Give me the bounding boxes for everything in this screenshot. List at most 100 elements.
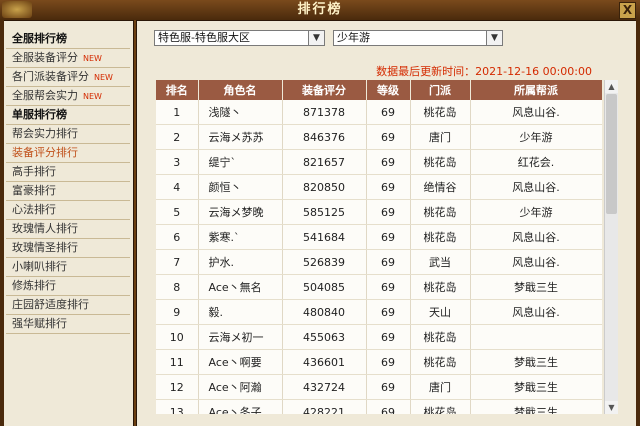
table-cell: 少年游 <box>470 199 602 225</box>
table-cell: 桃花岛 <box>410 324 471 350</box>
table-cell: 69 <box>366 199 411 225</box>
table-cell: 风息山谷. <box>470 249 602 275</box>
table-row[interactable]: 5 云海メ梦晚 585125 69 桃花岛 少年游 <box>156 199 602 225</box>
table-row[interactable]: 3 缇宁` 821657 69 桃花岛 红花会. <box>156 149 602 175</box>
table-row[interactable]: 6 紫寒.` 541684 69 桃花岛 风息山谷. <box>156 224 602 250</box>
sidebar-item-label: 全服帮会实力 <box>12 89 78 102</box>
scroll-up-icon[interactable]: ▲ <box>605 80 618 93</box>
table-row[interactable]: 1 浅隧丶 871378 69 桃花岛 风息山谷. <box>156 100 602 125</box>
table-row[interactable]: 11 Ace丶啊要 436601 69 桃花岛 梦戢三生 <box>156 349 602 375</box>
table-cell: 桃花岛 <box>410 349 471 375</box>
table-cell: 11 <box>156 349 199 375</box>
table-cell: 8 <box>156 274 199 300</box>
sidebar-item[interactable]: 帮会实力排行 <box>6 125 130 144</box>
table-cell: 69 <box>366 174 411 200</box>
table-cell: 风息山谷. <box>470 100 602 125</box>
table-cell: 天山 <box>410 299 471 325</box>
sidebar-item[interactable]: 各门派装备评分 NEW <box>6 68 130 87</box>
sidebar-item[interactable]: 强华赋排行 <box>6 315 130 334</box>
table-cell: Ace丶冬子 <box>198 399 283 414</box>
table-cell: 风息山谷. <box>470 299 602 325</box>
server-select[interactable]: 特色服-特色服大区 ▼ <box>154 30 325 46</box>
sidebar-item-label: 帮会实力排行 <box>12 127 78 140</box>
table-cell: 69 <box>366 124 411 150</box>
table-cell: Ace丶啊要 <box>198 349 283 375</box>
table-cell: 梦戢三生 <box>470 274 602 300</box>
table-cell: 69 <box>366 324 411 350</box>
table-cell: Ace丶無名 <box>198 274 283 300</box>
sidebar-item[interactable]: 富豪排行 <box>6 182 130 201</box>
faction-select[interactable]: 少年游 ▼ <box>333 30 503 46</box>
table-row[interactable]: 2 云海メ苏苏 846376 69 唐门 少年游 <box>156 124 602 150</box>
new-badge: NEW <box>83 54 102 63</box>
table-row[interactable]: 9 毅. 480840 69 天山 风息山谷. <box>156 299 602 325</box>
table-cell: 风息山谷. <box>470 224 602 250</box>
sidebar-item[interactable]: 心法排行 <box>6 201 130 220</box>
column-header[interactable]: 装备评分 <box>282 80 367 100</box>
table-row[interactable]: 12 Ace丶阿瀚 432724 69 唐门 梦戢三生 <box>156 374 602 400</box>
table-row[interactable]: 10 云海メ初一 455063 69 桃花岛 <box>156 324 602 350</box>
column-header[interactable]: 角色名 <box>198 80 283 100</box>
table-row[interactable]: 13 Ace丶冬子 428221 69 桃花岛 梦戢三生 <box>156 399 602 414</box>
chevron-down-icon[interactable]: ▼ <box>486 31 502 45</box>
sidebar-item-label: 心法排行 <box>12 203 56 216</box>
sidebar-item-label: 玫瑰情圣排行 <box>12 241 78 254</box>
column-header[interactable]: 等级 <box>366 80 411 100</box>
table-cell: 7 <box>156 249 199 275</box>
table-cell: 唐门 <box>410 374 471 400</box>
sidebar-item[interactable]: 玫瑰情圣排行 <box>6 239 130 258</box>
table-cell: 少年游 <box>470 124 602 150</box>
sidebar-item[interactable]: 装备评分排行 <box>6 144 130 163</box>
table-row[interactable]: 7 护水. 526839 69 武当 风息山谷. <box>156 249 602 275</box>
vertical-scrollbar[interactable]: ▲ ▼ <box>604 80 618 414</box>
window-title: 排行榜 <box>297 2 343 17</box>
table-cell: 桃花岛 <box>410 274 471 300</box>
table-cell: 风息山谷. <box>470 174 602 200</box>
chevron-down-icon[interactable]: ▼ <box>308 31 324 45</box>
frame-left <box>0 20 4 426</box>
sidebar-item-label: 庄园舒适度排行 <box>12 298 89 311</box>
sidebar-item[interactable]: 全服帮会实力 NEW <box>6 87 130 106</box>
table-cell: 梦戢三生 <box>470 399 602 414</box>
sidebar-item[interactable]: 小喇叭排行 <box>6 258 130 277</box>
table-cell: 桃花岛 <box>410 199 471 225</box>
sidebar-item-label: 玫瑰情人排行 <box>12 222 78 235</box>
table-cell: 6 <box>156 224 199 250</box>
table-row[interactable]: 4 颜恒丶 820850 69 绝情谷 风息山谷. <box>156 174 602 200</box>
table-cell: 云海メ梦晚 <box>198 199 283 225</box>
sidebar-item-label: 全服排行榜 <box>12 32 67 45</box>
table-cell: 1 <box>156 100 199 125</box>
update-time-label: 数据最后更新时间：2021-12-16 00:00:00 <box>376 65 592 78</box>
table-cell: 69 <box>366 100 411 125</box>
table-cell: 69 <box>366 249 411 275</box>
table-cell: 4 <box>156 174 199 200</box>
sidebar-item-label: 小喇叭排行 <box>12 260 67 273</box>
title-bar[interactable]: 排行榜 X <box>0 0 640 21</box>
sidebar-item[interactable]: 全服装备评分 NEW <box>6 49 130 68</box>
ranking-category-list: 全服排行榜 全服装备评分 NEW 各门派装备评分 NEW 全服帮会实力 NEW 单服排行榜 帮会… <box>6 30 130 334</box>
table-cell: 桃花岛 <box>410 149 471 175</box>
sidebar-item[interactable]: 修炼排行 <box>6 277 130 296</box>
column-header[interactable]: 所属帮派 <box>470 80 602 100</box>
sidebar-item[interactable]: 高手排行 <box>6 163 130 182</box>
ranking-table-container: 排名 角色名 装备评分 等级 门派 所属帮派 1 浅隧丶 871378 69 桃花岛 风息山谷. 2 云… <box>156 80 602 414</box>
table-cell: 云海メ初一 <box>198 324 283 350</box>
table-cell: 2 <box>156 124 199 150</box>
scroll-thumb[interactable] <box>606 94 617 214</box>
close-button[interactable]: X <box>619 2 636 19</box>
column-header[interactable]: 排名 <box>156 80 199 100</box>
sidebar-item-label: 装备评分排行 <box>12 146 78 159</box>
sidebar-item[interactable]: 庄园舒适度排行 <box>6 296 130 315</box>
sidebar-item-label: 强华赋排行 <box>12 317 67 330</box>
table-cell: 毅. <box>198 299 283 325</box>
table-row[interactable]: 8 Ace丶無名 504085 69 桃花岛 梦戢三生 <box>156 274 602 300</box>
table-cell: Ace丶阿瀚 <box>198 374 283 400</box>
sidebar-item-label: 各门派装备评分 <box>12 70 89 83</box>
scroll-down-icon[interactable]: ▼ <box>605 401 618 414</box>
table-cell: 585125 <box>282 199 367 225</box>
sidebar-item[interactable]: 玫瑰情人排行 <box>6 220 130 239</box>
faction-select-value: 少年游 <box>337 31 370 44</box>
table-cell: 缇宁` <box>198 149 283 175</box>
new-badge: NEW <box>94 73 113 82</box>
column-header[interactable]: 门派 <box>410 80 471 100</box>
